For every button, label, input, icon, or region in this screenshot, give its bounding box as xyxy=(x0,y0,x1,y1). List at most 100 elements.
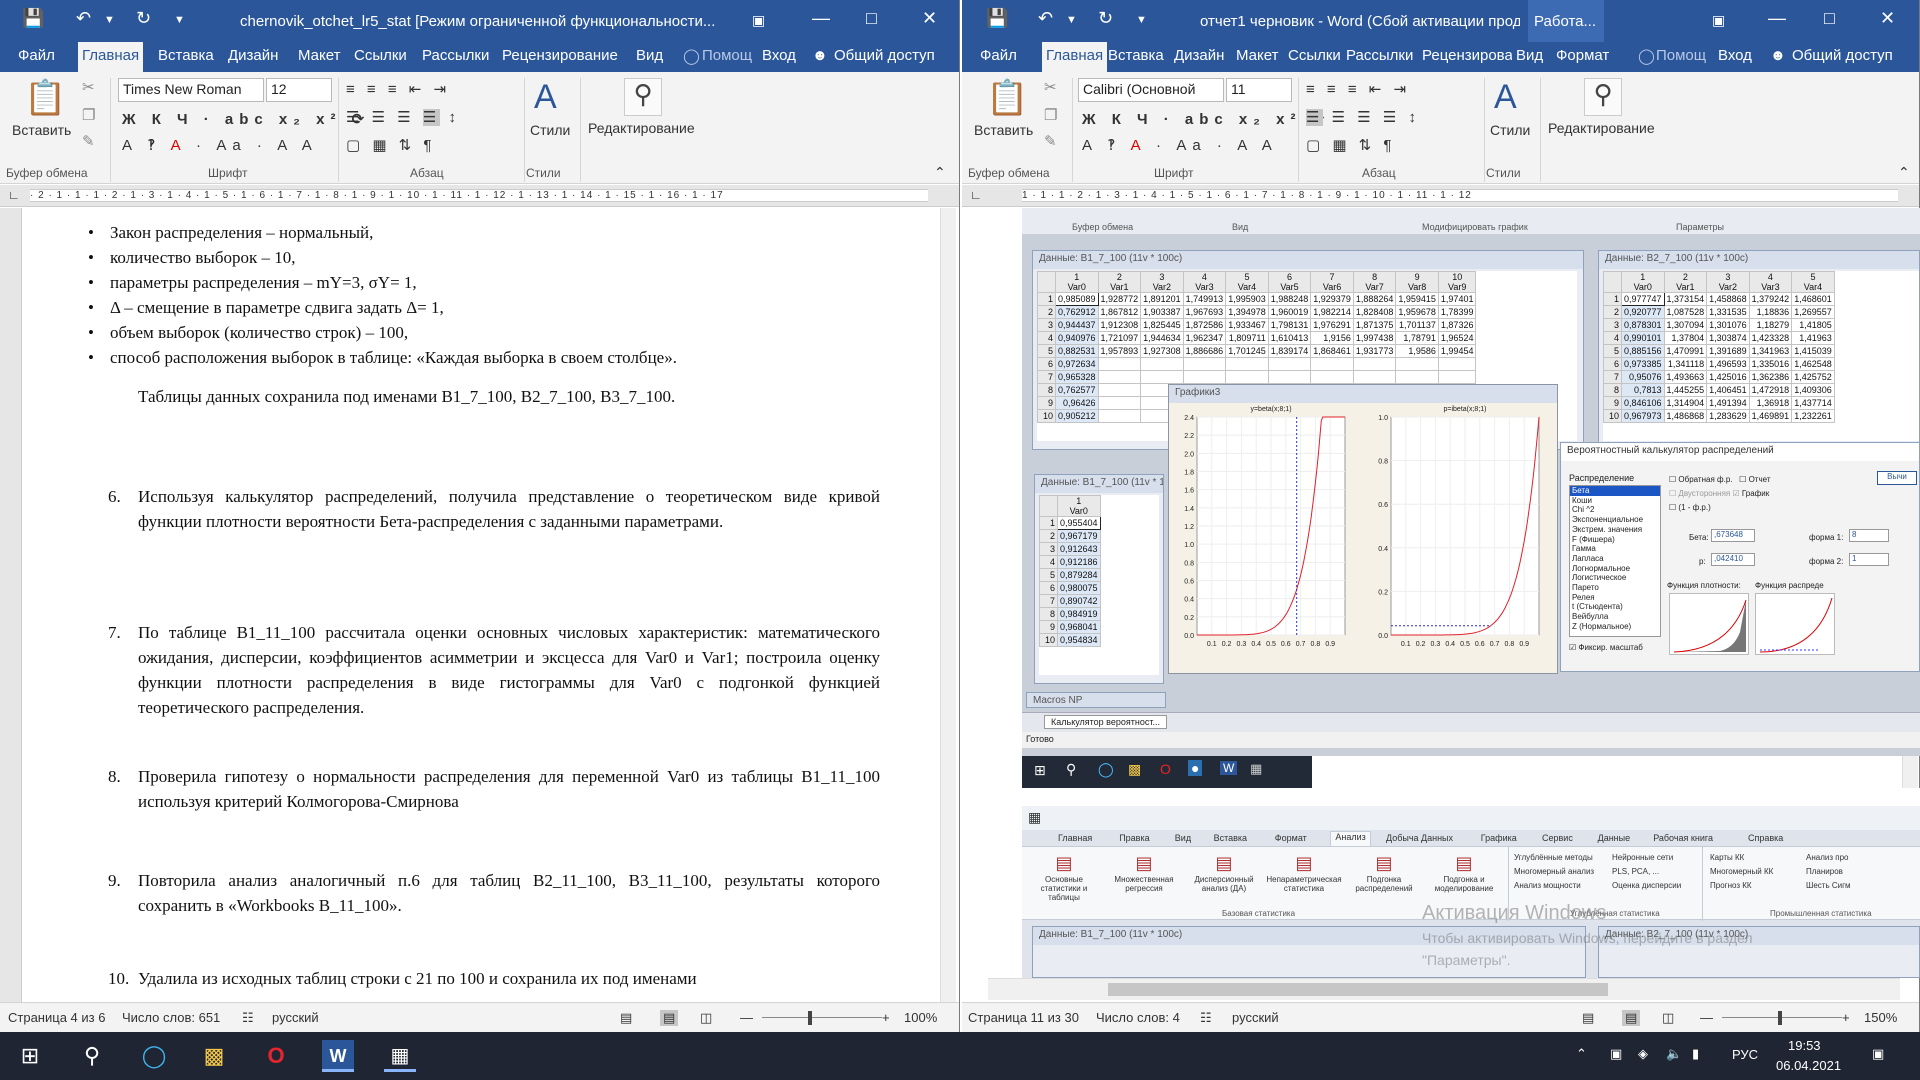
table-cell[interactable]: 1,303874 xyxy=(1706,331,1750,345)
styles-button[interactable]: Стили xyxy=(1490,122,1530,138)
format-buttons-row2[interactable]: A ‽ A · Aa · A A xyxy=(122,136,318,154)
analysis-button[interactable]: ▤ Подгонка распределений xyxy=(1346,851,1422,893)
table-cell[interactable]: 1,9156 xyxy=(1310,331,1354,345)
menu-item[interactable]: Оценка дисперсии xyxy=(1612,879,1681,893)
data-grid[interactable]: 1 Var0 1 0,955404 2 0,967179 3 0,912643 4 0,91218… xyxy=(1039,495,1159,675)
table-cell[interactable]: 0,885156 xyxy=(1621,344,1665,358)
zoom-out-button[interactable]: — xyxy=(740,1010,753,1025)
statistica-tab[interactable]: Сервис xyxy=(1542,833,1573,843)
wifi-icon[interactable]: ◈ xyxy=(1638,1046,1648,1080)
table-cell[interactable]: 1,610413 xyxy=(1267,331,1312,345)
row-header[interactable]: 10 xyxy=(1037,409,1056,423)
language[interactable]: русский xyxy=(272,1010,319,1025)
table-cell[interactable]: 1,283629 xyxy=(1706,409,1750,423)
shading-buttons[interactable]: ▢ ▦ ⇅ ¶ xyxy=(1306,136,1395,154)
list-buttons[interactable]: ≡ ≡ ≡ ⇤ ⇥ xyxy=(1306,80,1410,98)
row-header[interactable]: 7 xyxy=(1039,594,1058,608)
undo-dropdown-icon[interactable]: ▼ xyxy=(1066,14,1077,26)
menu-item[interactable]: Нейронные сети xyxy=(1612,851,1681,865)
table-cell[interactable]: 1,445255 xyxy=(1663,383,1708,397)
font-size-combo[interactable]: 12 xyxy=(266,78,332,102)
table-cell[interactable]: 1,701137 xyxy=(1395,318,1439,332)
zoom-slider[interactable] xyxy=(762,1017,882,1018)
p-input[interactable]: ,042410 xyxy=(1711,553,1755,566)
undo-icon[interactable]: ↶ xyxy=(76,8,91,29)
statistica-tab[interactable]: Справка xyxy=(1748,833,1783,843)
battery-icon[interactable]: ▮ xyxy=(1692,1046,1699,1080)
table-cell[interactable]: 1,927308 xyxy=(1140,344,1184,358)
table-cell[interactable]: 0,973385 xyxy=(1621,357,1665,371)
table-cell[interactable]: 1,99454 xyxy=(1437,344,1477,358)
table-cell[interactable]: 0,7813 xyxy=(1621,383,1665,397)
share-button[interactable]: Общий доступ xyxy=(834,47,935,64)
styles-icon[interactable]: A xyxy=(534,78,557,117)
language[interactable]: русский xyxy=(1232,1010,1279,1025)
distribution-option[interactable]: Вейбулла xyxy=(1570,612,1660,622)
table-cell[interactable]: 1,967693 xyxy=(1182,305,1227,319)
edge-icon[interactable]: ◯ xyxy=(138,1040,170,1072)
table-cell[interactable]: 1,931773 xyxy=(1352,344,1397,358)
column-header[interactable]: 6 Var5 xyxy=(1267,271,1312,293)
paste-button[interactable]: Вставить xyxy=(974,122,1033,138)
column-header[interactable]: 10 Var9 xyxy=(1437,271,1477,293)
file-explorer-icon[interactable]: ▩ xyxy=(198,1040,230,1072)
row-header[interactable]: 2 xyxy=(1037,305,1056,319)
table-cell[interactable]: 0,968041 xyxy=(1057,620,1101,634)
table-cell[interactable]: 1,472918 xyxy=(1748,383,1793,397)
format-painter-icon[interactable]: ✎ xyxy=(1044,132,1057,150)
column-header[interactable]: 4 Var3 xyxy=(1748,271,1793,293)
table-cell[interactable] xyxy=(1182,370,1227,384)
analysis-button[interactable]: ▤ Основные статистики и таблицы xyxy=(1026,851,1102,902)
zoom-in-button[interactable]: + xyxy=(882,1010,890,1025)
row-header[interactable]: 1 xyxy=(1039,516,1058,530)
table-cell[interactable]: 1,341118 xyxy=(1663,357,1708,371)
font-name-combo[interactable]: Calibri (Основной xyxy=(1078,78,1224,102)
calculator-task[interactable]: Калькулятор вероятност... xyxy=(1044,715,1167,729)
tab-design[interactable]: Дизайн xyxy=(228,47,278,64)
table-cell[interactable]: 1,379242 xyxy=(1748,292,1793,306)
statistica-tab[interactable]: Анализ xyxy=(1330,831,1371,846)
tab-home[interactable]: Главная xyxy=(1042,42,1108,72)
table-cell[interactable]: 1,721097 xyxy=(1097,331,1142,345)
table-cell[interactable]: 1,886686 xyxy=(1182,344,1227,358)
table-cell[interactable]: 0,980075 xyxy=(1057,581,1101,595)
statistica-icon[interactable]: ▦ xyxy=(384,1040,416,1072)
table-cell[interactable]: 1,469891 xyxy=(1748,409,1793,423)
column-header[interactable]: 7 Var6 xyxy=(1310,271,1354,293)
distribution-option[interactable]: Гамма xyxy=(1570,544,1660,554)
table-cell[interactable]: 1,232261 xyxy=(1791,409,1835,423)
table-cell[interactable]: 1,825445 xyxy=(1140,318,1184,332)
tab-references[interactable]: Ссылки xyxy=(1288,47,1341,64)
menu-item[interactable]: Прогноз КК xyxy=(1710,879,1773,893)
table-cell[interactable]: 1,301076 xyxy=(1706,318,1750,332)
table-cell[interactable] xyxy=(1352,370,1397,384)
table-cell[interactable]: 1,409306 xyxy=(1791,383,1835,397)
table-cell[interactable]: 1,903387 xyxy=(1140,305,1184,319)
tab-selector[interactable]: ∟ xyxy=(8,188,20,202)
table-cell[interactable]: 1,97401 xyxy=(1437,292,1477,306)
table-cell[interactable]: 0,912186 xyxy=(1057,555,1101,569)
web-layout-icon[interactable]: ◫ xyxy=(700,1010,712,1026)
row-header[interactable]: 8 xyxy=(1037,383,1056,397)
word-count[interactable]: Число слов: 4 xyxy=(1096,1010,1180,1025)
table-cell[interactable]: 0,985089 xyxy=(1055,292,1099,306)
format-buttons-row2[interactable]: A ‽ A · Aa · A A xyxy=(1082,136,1278,154)
table-cell[interactable]: 0,940976 xyxy=(1055,331,1099,345)
menu-item[interactable]: Шесть Сигм xyxy=(1806,879,1851,893)
save-icon[interactable]: 💾 xyxy=(986,8,1008,29)
table-cell[interactable]: 1,331535 xyxy=(1706,305,1750,319)
row-header[interactable]: 7 xyxy=(1603,370,1622,384)
table-cell[interactable] xyxy=(1140,370,1184,384)
statistica-tab[interactable]: Главная xyxy=(1058,833,1092,843)
row-header[interactable]: 3 xyxy=(1037,318,1056,332)
table-cell[interactable]: 1,976291 xyxy=(1310,318,1354,332)
column-header[interactable]: 3 Var2 xyxy=(1140,271,1184,293)
clock-date[interactable]: 06.04.2021 xyxy=(1776,1058,1841,1080)
table-cell[interactable]: 1,341963 xyxy=(1748,344,1793,358)
volume-icon[interactable]: 🔈 xyxy=(1666,1046,1682,1080)
customize-qat-icon[interactable]: ▼ xyxy=(174,14,185,26)
distribution-option[interactable]: Экстрем. значения xyxy=(1570,525,1660,535)
distribution-option[interactable]: Парето xyxy=(1570,583,1660,593)
tab-file[interactable]: Файл xyxy=(980,47,1017,64)
customize-qat-icon[interactable]: ▼ xyxy=(1136,14,1147,26)
